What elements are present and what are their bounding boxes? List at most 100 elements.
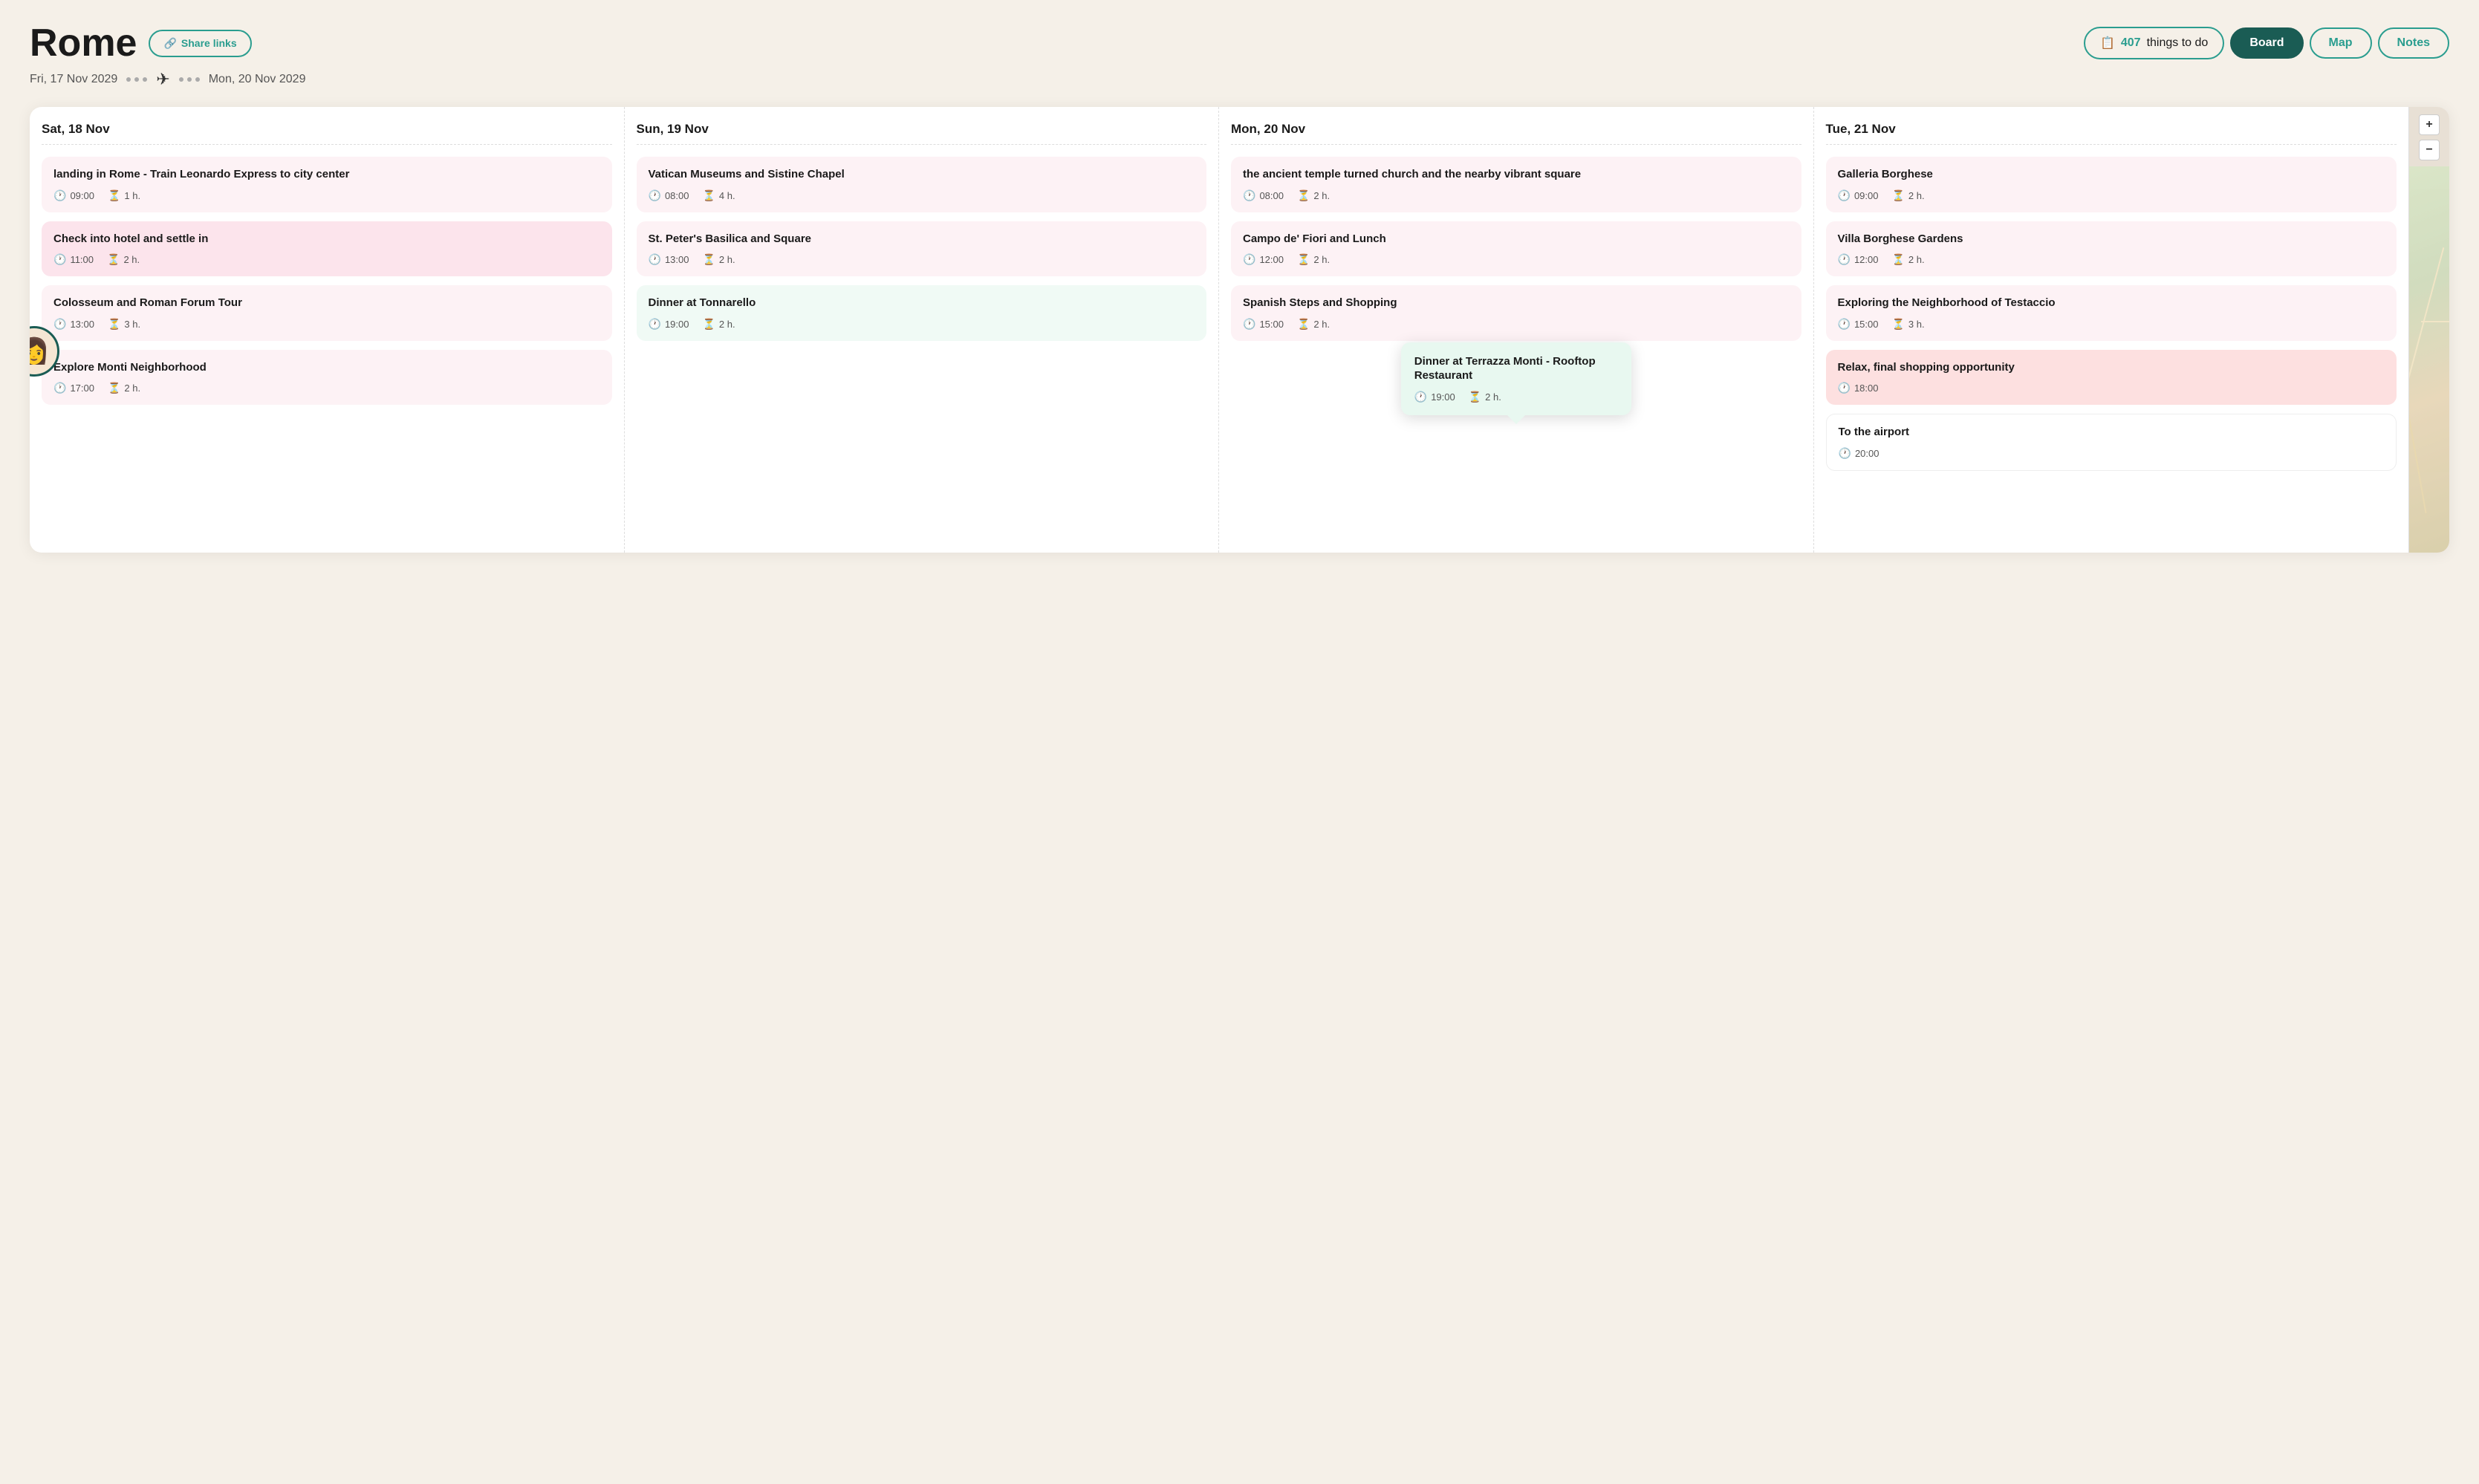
- card-tue1-meta: 🕐 09:00 ⏳ 2 h.: [1838, 189, 2385, 202]
- card-sat4-meta: 🕐 17:00 ⏳ 2 h.: [53, 382, 600, 394]
- hourglass-icon10: ⏳: [1297, 318, 1310, 331]
- card-tue4-title: Relax, final shopping opportunity: [1838, 360, 2385, 375]
- card-tue1-time: 🕐 09:00: [1838, 189, 1879, 202]
- card-sat3-title: Colosseum and Roman Forum Tour: [53, 296, 600, 310]
- card-mon2-meta: 🕐 12:00 ⏳ 2 h.: [1243, 253, 1790, 266]
- card-sun3[interactable]: Dinner at Tonnarello 🕐 19:00 ⏳ 2 h.: [637, 285, 1207, 341]
- card-mon1-duration: ⏳ 2 h.: [1297, 189, 1330, 202]
- share-button[interactable]: 🔗 Share links: [149, 30, 251, 57]
- card-sat1[interactable]: landing in Rome - Train Leonardo Express…: [42, 157, 612, 212]
- clock-icon14: 🕐: [1838, 382, 1851, 394]
- hourglass-icon8: ⏳: [1297, 189, 1310, 202]
- date-start: Fri, 17 Nov 2029: [30, 73, 117, 86]
- card-sat2[interactable]: Check into hotel and settle in 🕐 11:00 ⏳…: [42, 221, 612, 277]
- card-mon3-title: Spanish Steps and Shopping: [1243, 296, 1790, 310]
- board-container: Sat, 18 Nov 👩 landing in Rome - Train Le…: [30, 107, 2449, 553]
- column-mon: Mon, 20 Nov the ancient temple turned ch…: [1219, 107, 1814, 553]
- card-tue5-title: To the airport: [1839, 425, 2385, 440]
- tab-map[interactable]: Map: [2310, 27, 2372, 59]
- date-bar: Fri, 17 Nov 2029 ✈ Mon, 20 Nov 2029: [30, 70, 2449, 89]
- card-sun2[interactable]: St. Peter's Basilica and Square 🕐 13:00 …: [637, 221, 1207, 277]
- card-sat4-title: Explore Monti Neighborhood: [53, 360, 600, 375]
- card-sun2-duration: ⏳ 2 h.: [702, 253, 735, 266]
- clock-icon2: 🕐: [53, 253, 66, 266]
- card-tue4[interactable]: Relax, final shopping opportunity 🕐 18:0…: [1826, 350, 2397, 406]
- card-sun2-title: St. Peter's Basilica and Square: [649, 232, 1195, 247]
- card-sat1-duration: ⏳ 1 h.: [108, 189, 140, 202]
- date-end: Mon, 20 Nov 2029: [209, 73, 306, 86]
- card-sat3-meta: 🕐 13:00 ⏳ 3 h.: [53, 318, 600, 331]
- card-tue3-meta: 🕐 15:00 ⏳ 3 h.: [1838, 318, 2385, 331]
- tooltip-popup: Dinner at Terrazza Monti - Rooftop Resta…: [1401, 342, 1631, 415]
- date-dots: [126, 77, 147, 82]
- plane-icon: ✈: [156, 70, 169, 89]
- card-mon2[interactable]: Campo de' Fiori and Lunch 🕐 12:00 ⏳ 2 h.: [1231, 221, 1801, 277]
- card-tue2-time: 🕐 12:00: [1838, 253, 1879, 266]
- card-tue5-meta: 🕐 20:00: [1839, 447, 2385, 460]
- card-tue2[interactable]: Villa Borghese Gardens 🕐 12:00 ⏳ 2 h.: [1826, 221, 2397, 277]
- card-sun3-meta: 🕐 19:00 ⏳ 2 h.: [649, 318, 1195, 331]
- map-zoom-out[interactable]: −: [2419, 140, 2440, 160]
- card-sat2-meta: 🕐 11:00 ⏳ 2 h.: [53, 253, 600, 266]
- card-sun1-title: Vatican Museums and Sistine Chapel: [649, 167, 1195, 182]
- hourglass-icon11: ⏳: [1891, 189, 1904, 202]
- col-header-sat: Sat, 18 Nov: [42, 122, 612, 145]
- hourglass-icon9: ⏳: [1297, 253, 1310, 266]
- card-tue3[interactable]: Exploring the Neighborhood of Testaccio …: [1826, 285, 2397, 341]
- board-columns: Sat, 18 Nov 👩 landing in Rome - Train Le…: [30, 107, 2408, 553]
- card-sun1[interactable]: Vatican Museums and Sistine Chapel 🕐 08:…: [637, 157, 1207, 212]
- map-road1: [2408, 247, 2445, 472]
- column-tue: Tue, 21 Nov Galleria Borghese 🕐 09:00 ⏳ …: [1814, 107, 2409, 553]
- card-sat3[interactable]: Colosseum and Roman Forum Tour 🕐 13:00 ⏳…: [42, 285, 612, 341]
- card-tue4-meta: 🕐 18:00: [1838, 382, 2385, 394]
- card-tue3-duration: ⏳ 3 h.: [1891, 318, 1924, 331]
- map-panel: + −: [2408, 107, 2449, 553]
- tab-notes[interactable]: Notes: [2378, 27, 2449, 59]
- card-mon1[interactable]: the ancient temple turned church and the…: [1231, 157, 1801, 212]
- city-title: Rome: [30, 24, 137, 62]
- card-sat1-time: 🕐 09:00: [53, 189, 94, 202]
- clock-icon9: 🕐: [1243, 253, 1255, 266]
- hourglass-icon5: ⏳: [702, 189, 715, 202]
- nav-tabs: 📋 407 things to do Board Map Notes: [2084, 27, 2449, 59]
- map-zoom-in[interactable]: +: [2419, 114, 2440, 135]
- card-tue1[interactable]: Galleria Borghese 🕐 09:00 ⏳ 2 h.: [1826, 157, 2397, 212]
- card-mon1-title: the ancient temple turned church and the…: [1243, 167, 1790, 182]
- card-sat1-meta: 🕐 09:00 ⏳ 1 h.: [53, 189, 600, 202]
- card-mon3[interactable]: Spanish Steps and Shopping 🕐 15:00 ⏳ 2 h…: [1231, 285, 1801, 341]
- card-mon3-time: 🕐 15:00: [1243, 318, 1284, 331]
- card-tue4-time: 🕐 18:00: [1838, 382, 1879, 394]
- clock-icon12: 🕐: [1838, 253, 1851, 266]
- clock-icon10: 🕐: [1243, 318, 1255, 331]
- card-sun3-title: Dinner at Tonnarello: [649, 296, 1195, 310]
- avatar-face-sat: 👩: [30, 336, 50, 366]
- tooltip-time: 🕐 19:00: [1414, 391, 1455, 403]
- card-tue1-title: Galleria Borghese: [1838, 167, 2385, 182]
- things-to-do-button[interactable]: 📋 407 things to do: [2084, 27, 2224, 59]
- hourglass-icon12: ⏳: [1891, 253, 1904, 266]
- col-header-mon: Mon, 20 Nov: [1231, 122, 1801, 145]
- clock-icon: 🕐: [53, 189, 66, 202]
- map-background: [2409, 166, 2449, 553]
- card-sun2-meta: 🕐 13:00 ⏳ 2 h.: [649, 253, 1195, 266]
- clock-icon7: 🕐: [649, 318, 661, 331]
- card-mon3-meta: 🕐 15:00 ⏳ 2 h.: [1243, 318, 1790, 331]
- column-sun: Sun, 19 Nov Vatican Museums and Sistine …: [625, 107, 1220, 553]
- tooltip-duration: ⏳ 2 h.: [1469, 391, 1501, 403]
- card-mon3-duration: ⏳ 2 h.: [1297, 318, 1330, 331]
- card-sat1-title: landing in Rome - Train Leonardo Express…: [53, 167, 600, 182]
- card-sat2-title: Check into hotel and settle in: [53, 232, 600, 247]
- tab-board[interactable]: Board: [2230, 27, 2303, 59]
- tooltip-arrow-down: [1507, 415, 1525, 424]
- card-sun1-time: 🕐 08:00: [649, 189, 689, 202]
- card-mon1-time: 🕐 08:00: [1243, 189, 1284, 202]
- card-sun1-meta: 🕐 08:00 ⏳ 4 h.: [649, 189, 1195, 202]
- card-sat4[interactable]: Explore Monti Neighborhood 🕐 17:00 ⏳ 2 h…: [42, 350, 612, 406]
- tooltip-meta: 🕐 19:00 ⏳ 2 h.: [1414, 391, 1618, 403]
- card-tue3-time: 🕐 15:00: [1838, 318, 1879, 331]
- clock-icon13: 🕐: [1838, 318, 1851, 331]
- map-road3: [2408, 399, 2427, 513]
- clock-icon6: 🕐: [649, 253, 661, 266]
- hourglass-icon2: ⏳: [107, 253, 120, 266]
- card-tue5[interactable]: To the airport 🕐 20:00: [1826, 414, 2397, 471]
